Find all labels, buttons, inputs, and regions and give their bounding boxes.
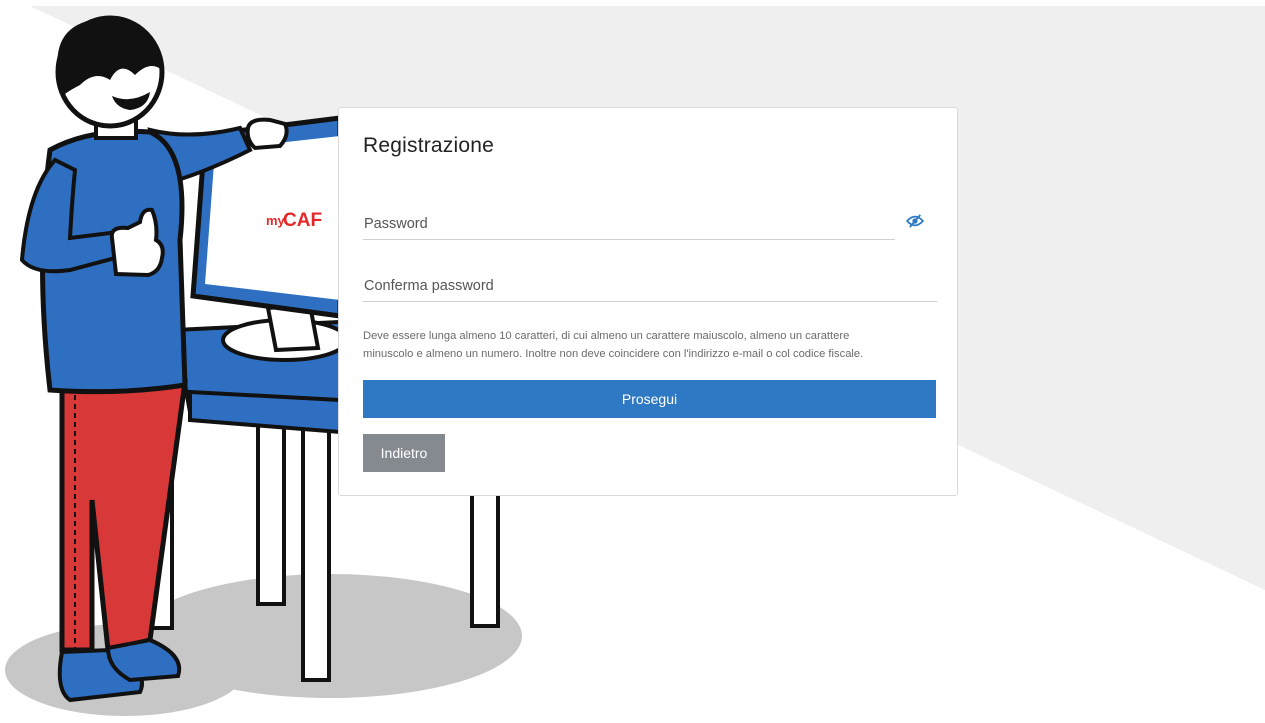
- page: my CAF Registrazione Deve essere lunga a…: [0, 0, 1265, 723]
- back-button[interactable]: Indietro: [363, 434, 445, 472]
- password-requirements: Deve essere lunga almeno 10 caratteri, d…: [363, 327, 939, 363]
- hand-on-monitor: [245, 117, 289, 151]
- confirm-password-field[interactable]: [363, 271, 937, 302]
- password-field[interactable]: [363, 209, 895, 240]
- table-edge: [188, 389, 342, 435]
- table-leg: [256, 406, 286, 606]
- password-requirements-line: Deve essere lunga almeno 10 caratteri, d…: [363, 330, 850, 342]
- logo-caf: CAF: [283, 210, 322, 231]
- table-leg: [301, 418, 331, 682]
- registration-card: Registrazione Deve essere lunga almeno 1…: [338, 107, 958, 496]
- confirm-password-input[interactable]: [363, 271, 937, 301]
- password-input[interactable]: [363, 209, 895, 239]
- continue-button[interactable]: Prosegui: [363, 380, 936, 418]
- table-leg: [470, 478, 500, 628]
- password-requirements-line: minuscolo e almeno un numero. Inoltre no…: [363, 348, 864, 360]
- page-title: Registrazione: [363, 134, 494, 157]
- eye-slash-icon[interactable]: [906, 214, 924, 228]
